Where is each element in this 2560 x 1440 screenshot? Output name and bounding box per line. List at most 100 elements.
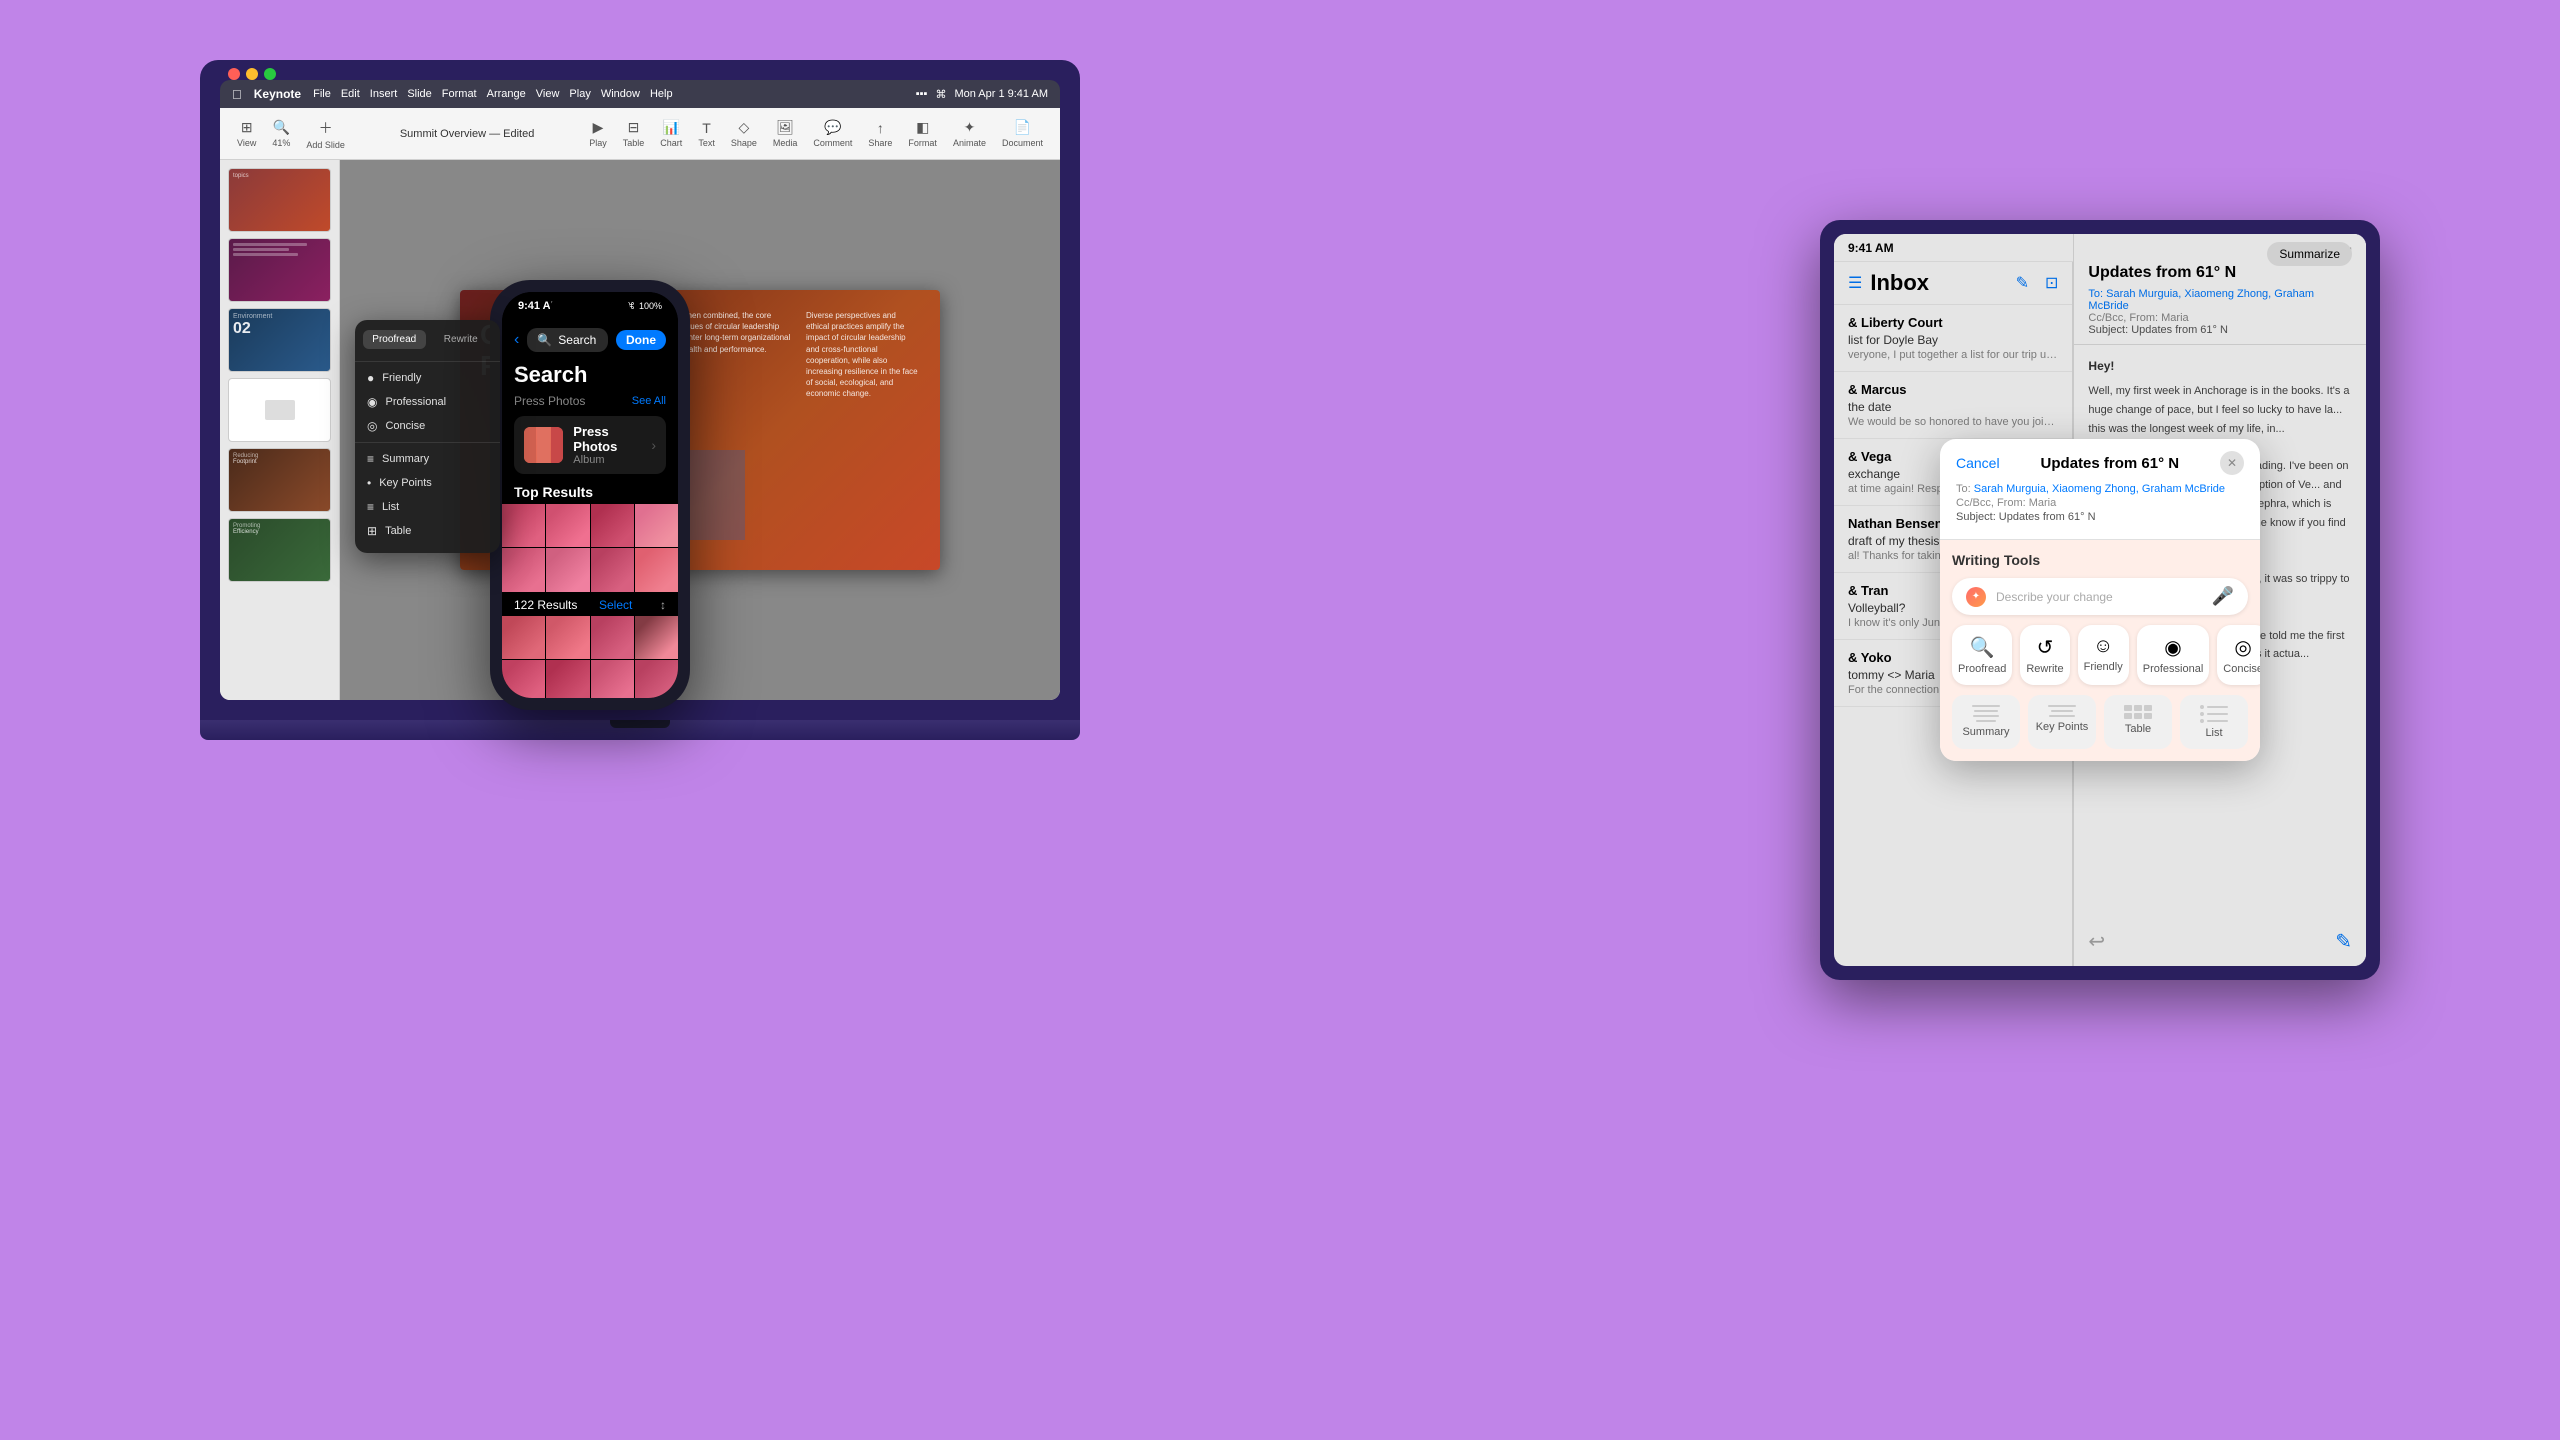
search-magnifier-icon: 🔍	[537, 333, 552, 347]
iwt-close-icon[interactable]: ✕	[2220, 451, 2244, 475]
result-photo-3[interactable]	[591, 616, 634, 659]
photo-7[interactable]	[591, 548, 634, 591]
wt-item-professional[interactable]: ◉ Professional	[355, 390, 500, 414]
iwt-cancel-btn[interactable]: Cancel	[1956, 455, 2000, 471]
slide-thumb-6[interactable]: Promoting Efficiency	[228, 518, 331, 582]
photo-4[interactable]	[635, 504, 678, 547]
share-btn[interactable]: ↑ Share	[863, 117, 897, 151]
iphone-dynamic-island	[550, 298, 630, 318]
iwt-input-row[interactable]: ✦ Describe your change 🎤	[1952, 578, 2248, 615]
sort-icon[interactable]: ↕	[660, 598, 666, 612]
menubar-items: File Edit Insert Slide Format Arrange Vi…	[313, 88, 672, 100]
result-photo-2[interactable]	[546, 616, 589, 659]
iwt-subject-row: Subject: Updates from 61° N	[1956, 511, 2244, 523]
menu-arrange[interactable]: Arrange	[487, 88, 526, 100]
format-btn[interactable]: ◧ Format	[903, 116, 942, 151]
table-btn[interactable]: ⊟ Table	[618, 116, 650, 151]
slide-thumb-2[interactable]	[228, 238, 331, 302]
iwt-concise-btn[interactable]: ◎ Concise	[2217, 625, 2260, 685]
iwt-card-table[interactable]: Table	[2104, 695, 2172, 749]
photo-2[interactable]	[546, 504, 589, 547]
photo-6[interactable]	[546, 548, 589, 591]
professional-btn-label: Professional	[2143, 663, 2204, 675]
text-btn[interactable]: T Text	[693, 117, 720, 151]
slide-panel[interactable]: topics Environment 0	[220, 160, 340, 700]
slide-thumb-5[interactable]: Reducing Footprint	[228, 448, 331, 512]
slide-thumb-4[interactable]	[228, 378, 331, 442]
comment-btn[interactable]: 💬 Comment	[808, 116, 857, 151]
summary-card-lines	[1958, 705, 2014, 722]
result-photo-5[interactable]	[502, 660, 545, 698]
menu-file[interactable]: File	[313, 88, 331, 100]
zoom-control[interactable]: 🔍 41%	[267, 116, 295, 151]
iwt-friendly-btn[interactable]: ☺ Friendly	[2078, 625, 2129, 685]
keynote-title: Summit Overview — Edited	[358, 128, 576, 140]
iwt-rewrite-btn[interactable]: ↺ Rewrite	[2020, 625, 2069, 685]
document-btn[interactable]: 📄 Document	[997, 116, 1048, 151]
result-photo-8[interactable]	[635, 660, 678, 698]
photo-5[interactable]	[502, 548, 545, 591]
iwt-card-summary[interactable]: Summary	[1952, 695, 2020, 749]
iphone-back-btn[interactable]: ‹	[514, 331, 519, 349]
menu-window[interactable]: Window	[601, 88, 640, 100]
result-photo-6[interactable]	[546, 660, 589, 698]
iwt-card-list[interactable]: List	[2180, 695, 2248, 749]
results-select[interactable]: Select	[599, 598, 632, 612]
iphone-done-btn[interactable]: Done	[616, 330, 666, 350]
photo-8[interactable]	[635, 548, 678, 591]
wt-tab-rewrite[interactable]: Rewrite	[430, 330, 493, 349]
toolbar-right-group: ▶ Play ⊟ Table 📊 Chart T	[584, 116, 1048, 151]
wt-item-keypoints[interactable]: • Key Points	[355, 471, 500, 495]
keynote-toolbar: ⊞ View 🔍 41% ＋ Add Slide Summit Overview…	[220, 108, 1060, 160]
iwt-professional-btn[interactable]: ◉ Professional	[2137, 625, 2210, 685]
toolbar-left-group: ⊞ View 🔍 41% ＋ Add Slide	[232, 115, 350, 153]
macbook-notch	[610, 720, 670, 728]
wt-item-friendly[interactable]: ● Friendly	[355, 366, 500, 390]
iphone-search-input[interactable]: Search	[558, 333, 598, 347]
iwt-input-placeholder[interactable]: Describe your change	[1996, 590, 2212, 604]
traffic-light-minimize[interactable]	[246, 68, 258, 80]
wt-item-summary[interactable]: ≡ Summary	[355, 447, 500, 471]
menu-help[interactable]: Help	[650, 88, 673, 100]
photo-3[interactable]	[591, 504, 634, 547]
menu-slide[interactable]: Slide	[407, 88, 431, 100]
iwt-action-buttons-row: 🔍 Proofread ↺ Rewrite ☺ Friendly ◉	[1952, 625, 2248, 685]
menu-format[interactable]: Format	[442, 88, 477, 100]
friendly-btn-icon: ☺	[2084, 635, 2123, 658]
menu-view[interactable]: View	[536, 88, 560, 100]
media-btn[interactable]: 🖼 Media	[768, 116, 803, 151]
album-card[interactable]: Press Photos Album ›	[514, 416, 666, 474]
slide-thumb-3[interactable]: Environment 02	[228, 308, 331, 372]
wt-divider-2	[355, 442, 500, 443]
play-btn[interactable]: ▶ Play	[584, 116, 612, 151]
traffic-light-maximize[interactable]	[264, 68, 276, 80]
shape-btn[interactable]: ◇ Shape	[726, 116, 762, 151]
menu-insert[interactable]: Insert	[370, 88, 398, 100]
wt-item-list[interactable]: ≡ List	[355, 495, 500, 519]
ipad-device: 9:41 AM ▲ 100% ☰ Inbox ✎ ⊡	[1820, 220, 2380, 980]
add-slide-btn[interactable]: ＋ Add Slide	[301, 115, 350, 153]
iwt-spark-icon: ✦	[1966, 587, 1986, 607]
animate-btn[interactable]: ✦ Animate	[948, 116, 991, 151]
photo-1[interactable]	[502, 504, 545, 547]
result-photo-1[interactable]	[502, 616, 545, 659]
iwt-card-keypoints[interactable]: Key Points	[2028, 695, 2096, 749]
menu-edit[interactable]: Edit	[341, 88, 360, 100]
traffic-light-close[interactable]	[228, 68, 240, 80]
wt-item-table[interactable]: ⊞ Table	[355, 519, 500, 543]
wt-item-concise[interactable]: ◎ Concise	[355, 414, 500, 438]
iwt-mic-icon[interactable]: 🎤	[2212, 586, 2234, 607]
iwt-proofread-btn[interactable]: 🔍 Proofread	[1952, 625, 2012, 685]
result-photo-4[interactable]	[635, 616, 678, 659]
menu-play[interactable]: Play	[569, 88, 590, 100]
wt-tab-proofread[interactable]: Proofread	[363, 330, 426, 349]
iphone-search-bar[interactable]: 🔍 Search	[527, 328, 608, 352]
result-photo-7[interactable]	[591, 660, 634, 698]
search-page-title: Search	[502, 358, 678, 392]
view-btn[interactable]: ⊞ View	[232, 116, 261, 151]
slide-thumb-1[interactable]: topics	[228, 168, 331, 232]
menubar-app[interactable]: Keynote	[254, 87, 301, 101]
see-all-link[interactable]: See All	[632, 395, 666, 407]
chart-btn[interactable]: 📊 Chart	[655, 116, 687, 151]
iwt-to-row: To: Sarah Murguia, Xiaomeng Zhong, Graha…	[1956, 483, 2244, 495]
